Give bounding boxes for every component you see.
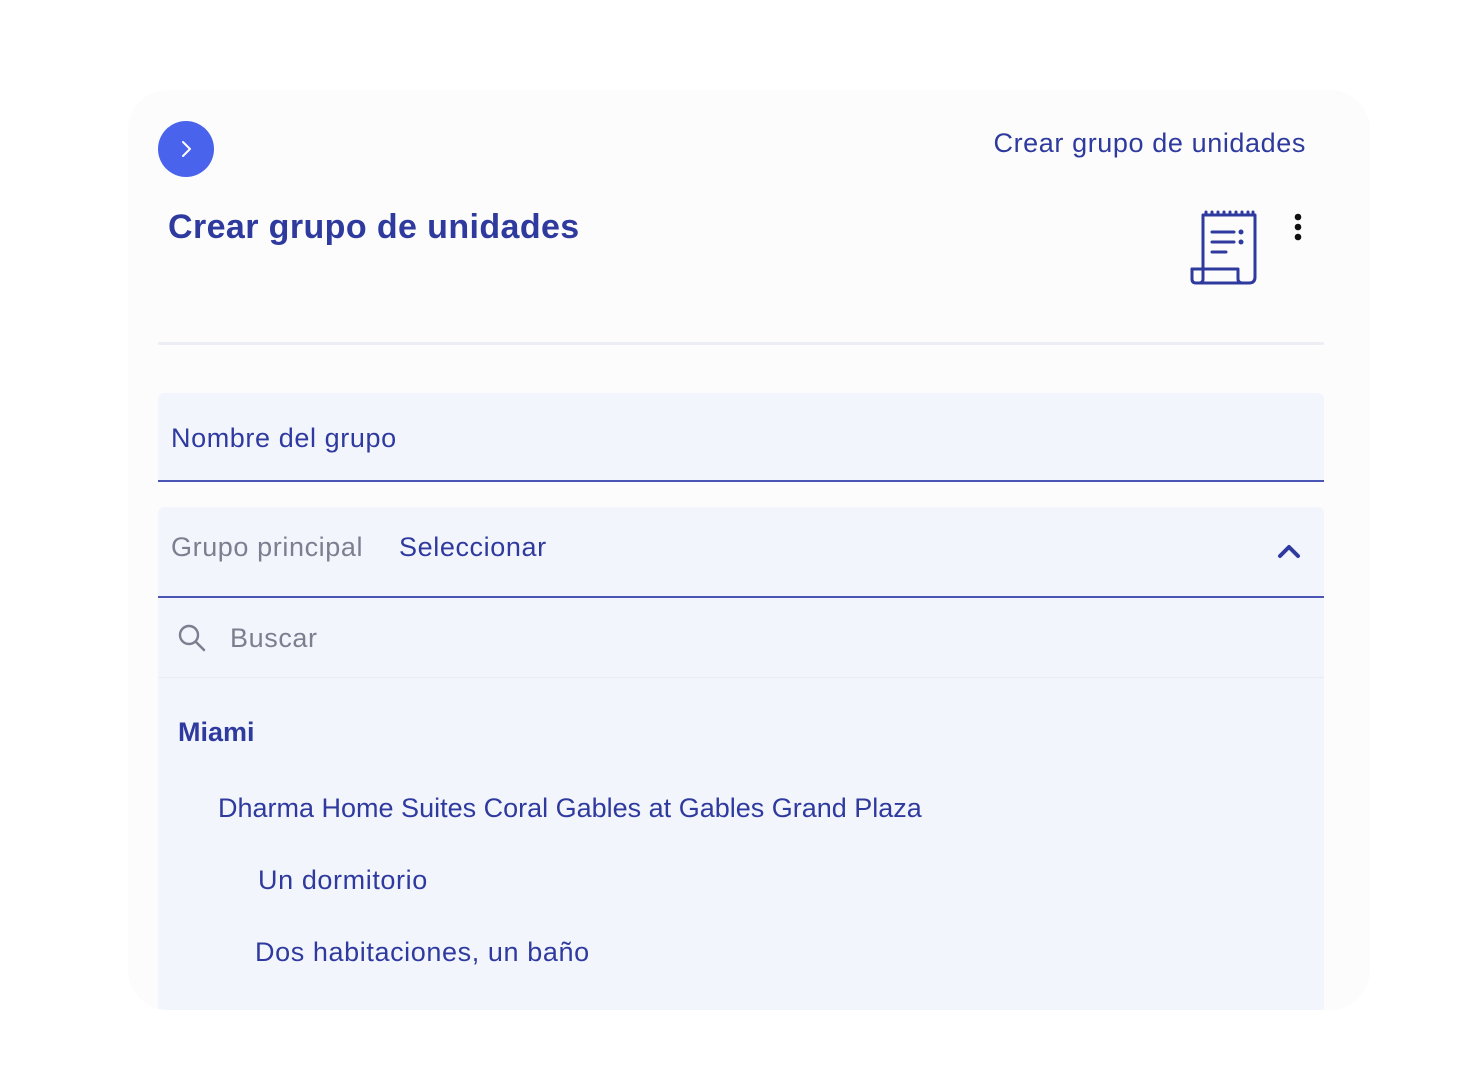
search-input[interactable] (230, 616, 1130, 660)
chevron-right-icon (182, 141, 191, 157)
parent-group-dropdown: Miami Dharma Home Suites Coral Gables at… (158, 598, 1324, 1010)
header-divider (158, 342, 1324, 345)
parent-group-value: Seleccionar (399, 532, 547, 562)
back-button[interactable] (158, 121, 214, 177)
create-unit-group-panel: Crear grupo de unidades Crear grupo de u… (128, 90, 1370, 1010)
parent-group-label: Grupo principal (171, 532, 364, 562)
parent-group-select[interactable]: Grupo principal Seleccionar (158, 507, 1324, 598)
breadcrumb-link[interactable]: Crear grupo de unidades (993, 128, 1306, 159)
dropdown-search-row (158, 598, 1324, 678)
search-icon (178, 624, 206, 652)
group-name-label: Nombre del grupo (171, 423, 397, 453)
page-title: Crear grupo de unidades (168, 208, 580, 246)
tree-unit-two-rooms[interactable]: Dos habitaciones, un baño (255, 937, 590, 968)
more-vertical-icon (1294, 213, 1302, 241)
more-options-button[interactable] (1284, 212, 1312, 242)
tree-property[interactable]: Dharma Home Suites Coral Gables at Gable… (218, 793, 922, 824)
receipt-icon[interactable] (1190, 210, 1258, 286)
tree-group-miami[interactable]: Miami (178, 717, 255, 748)
group-name-field[interactable]: Nombre del grupo (158, 393, 1324, 482)
chevron-up-icon[interactable] (1276, 542, 1302, 560)
tree-unit-one-bedroom[interactable]: Un dormitorio (258, 865, 428, 896)
